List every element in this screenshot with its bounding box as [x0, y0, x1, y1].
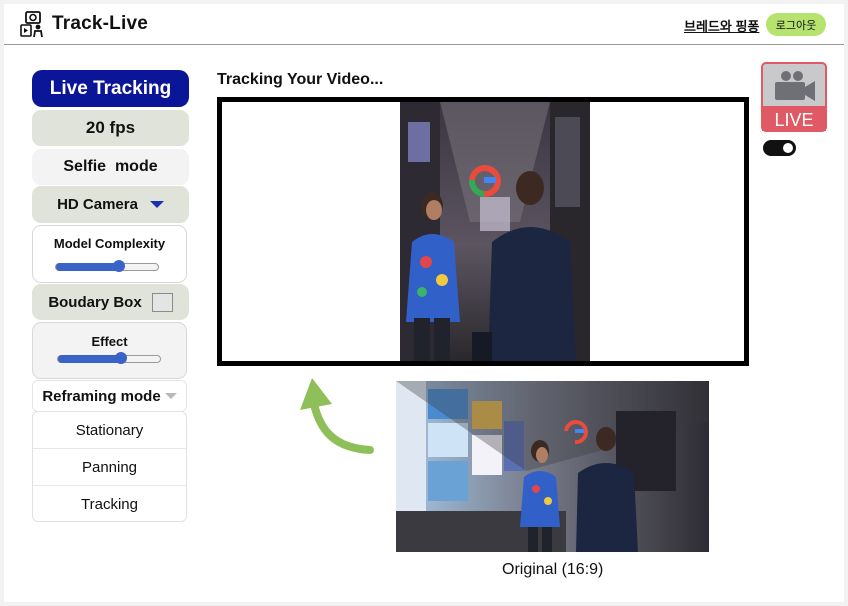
tracked-video[interactable]: [400, 102, 590, 361]
reframing-option-tracking[interactable]: Tracking: [33, 486, 186, 521]
selfie-mode-button[interactable]: Selfie mode: [32, 149, 189, 185]
boundary-box-checkbox[interactable]: [151, 292, 173, 312]
tracked-video-frame: [217, 97, 749, 366]
brand-link[interactable]: 브레드와 핑퐁: [684, 16, 759, 35]
live-tracking-button[interactable]: Live Tracking: [32, 70, 189, 107]
reframing-option-panning[interactable]: Panning: [33, 449, 186, 486]
slider-fill: [58, 355, 122, 363]
boundary-box-toggle[interactable]: Boudary Box: [32, 284, 189, 320]
fps-button[interactable]: 20 fps: [32, 110, 189, 146]
live-label: LIVE: [774, 110, 813, 130]
reframing-options: Stationary Panning Tracking: [32, 411, 187, 522]
effect-label: Effect: [91, 334, 128, 349]
reframing-option-stationary[interactable]: Stationary: [33, 412, 186, 449]
curved-arrow-icon: [300, 378, 374, 454]
model-complexity-panel: Model Complexity: [32, 225, 187, 283]
model-complexity-slider[interactable]: [55, 260, 159, 272]
reframing-mode-select[interactable]: Reframing mode: [32, 380, 187, 412]
original-caption: Original (16:9): [502, 561, 604, 578]
chevron-down-icon: [149, 201, 164, 208]
original-video[interactable]: [396, 381, 709, 552]
toggle-knob: [783, 143, 793, 153]
reframing-mode-label: Reframing mode: [42, 387, 161, 405]
logout-button[interactable]: 로그아웃: [766, 13, 826, 36]
slider-thumb[interactable]: [113, 260, 126, 272]
app-title: Track-Live: [52, 13, 148, 34]
slider-thumb[interactable]: [115, 352, 128, 364]
live-camera-icon[interactable]: LIVE: [761, 62, 827, 132]
app-window: Track-Live 브레드와 핑퐁 로그아웃 Live Tracking 20…: [4, 4, 844, 602]
effect-slider[interactable]: [57, 352, 161, 364]
camera-person-icon[interactable]: [20, 11, 46, 38]
model-complexity-label: Model Complexity: [53, 236, 166, 251]
effect-panel: Effect: [32, 322, 187, 379]
header: Track-Live 브레드와 핑퐁 로그아웃: [4, 4, 844, 45]
slider-fill: [56, 263, 120, 271]
tracking-title: Tracking Your Video...: [217, 71, 384, 88]
camera-select[interactable]: HD Camera: [32, 186, 189, 223]
live-toggle[interactable]: [763, 140, 796, 156]
boundary-box-label: Boudary Box: [48, 293, 142, 311]
chevron-down-icon: [164, 393, 177, 399]
camera-select-label: HD Camera: [57, 196, 138, 213]
